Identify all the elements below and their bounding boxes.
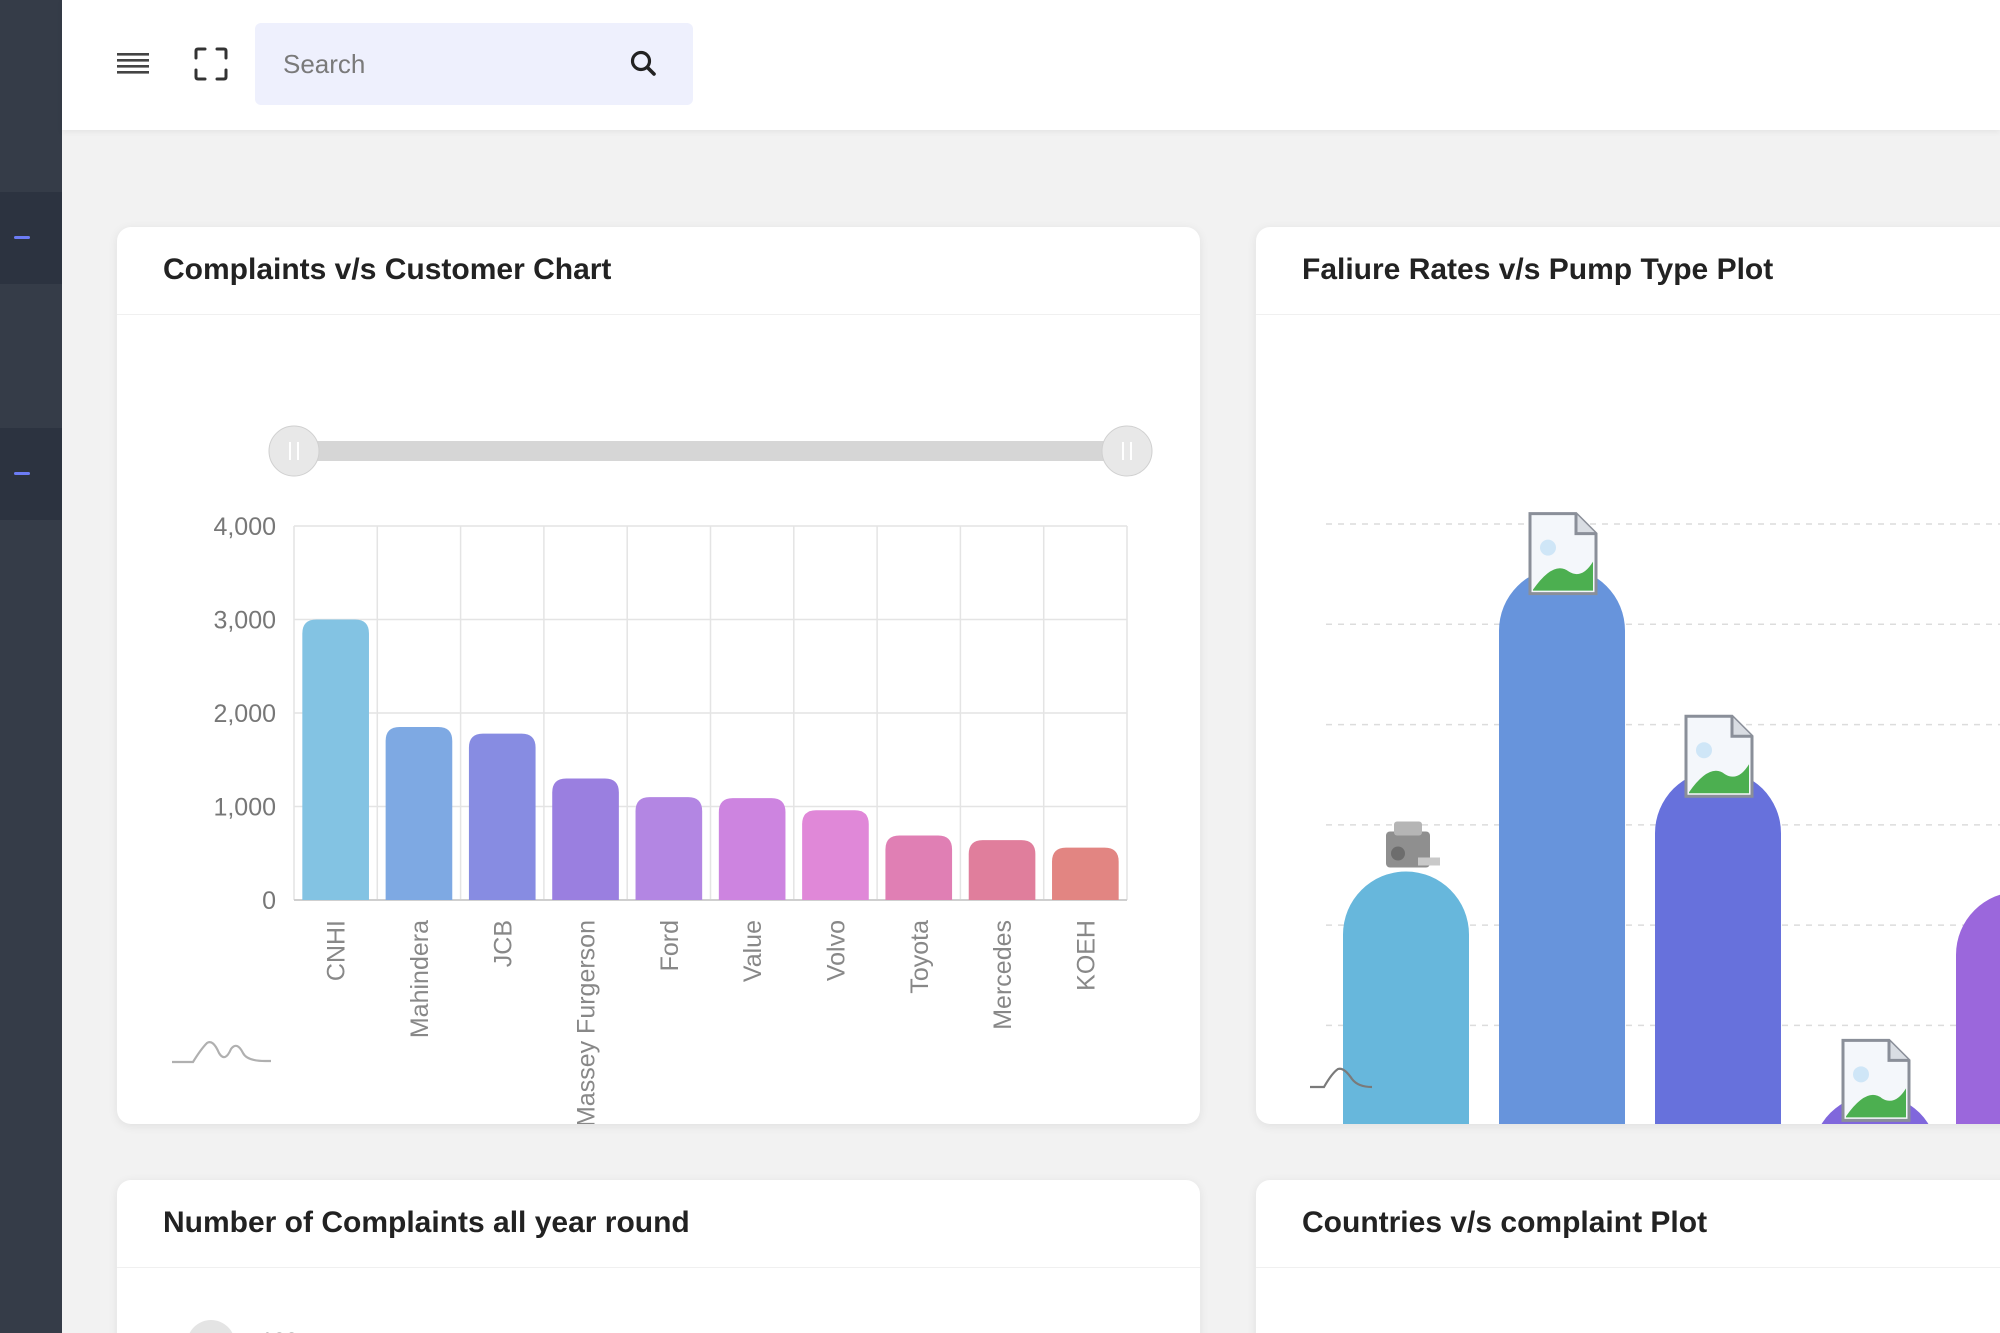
complaints-year-card: Number of Complaints all year round 100 <box>117 1180 1200 1333</box>
card-title: Countries v/s complaint Plot <box>1302 1206 1708 1239</box>
x-tick-label: Mercedes <box>989 920 1017 1030</box>
pump-gear <box>1391 846 1405 861</box>
pump-outlet <box>1418 857 1440 866</box>
broken-image-icon <box>1841 1038 1911 1122</box>
card-title: Number of Complaints all year round <box>163 1206 690 1239</box>
menu-icon[interactable] <box>116 50 150 78</box>
complaints-customer-chart: 0 1,000 2,000 3,000 4,000 CNHI Mahindera JCB Mas… <box>172 425 1153 1124</box>
bar-massey-furgerson[interactable] <box>552 778 619 900</box>
x-tick-label: Massey Furgerson <box>573 920 601 1124</box>
x-tick-label: CNHI <box>323 920 351 981</box>
search-input[interactable] <box>283 43 613 85</box>
complaints-customer-card: Complaints v/s Customer Chart 0 1,000 2,00… <box>117 227 1200 1124</box>
countries-card: Countries v/s complaint Plot <box>1256 1180 2000 1333</box>
pump-image-icon <box>1386 821 1440 868</box>
dash-icon <box>14 472 30 475</box>
failure-rates-card: Faliure Rates v/s Pump Type Plot TMLTPMV… <box>1256 227 2000 1124</box>
scrollbar-handle[interactable] <box>187 1320 235 1333</box>
broken-image-icon <box>1684 714 1754 798</box>
sky-cloud <box>1540 539 1556 556</box>
y-tick-label: 3,000 <box>213 607 276 635</box>
bar-mahindera[interactable] <box>385 727 453 900</box>
dash-icon <box>14 236 30 239</box>
x-tick-label: KOEH <box>1072 920 1100 991</box>
fullscreen-icon[interactable] <box>194 47 228 81</box>
x-tick-label: Value <box>739 920 767 982</box>
sky-cloud <box>1696 742 1712 759</box>
bar-jcb[interactable] <box>468 733 536 900</box>
x-tick-label: Mahindera <box>406 920 434 1038</box>
x-tick-label: Ford <box>656 920 684 971</box>
y-tick-label: 4,000 <box>213 513 276 541</box>
bar-tpm[interactable] <box>1499 567 1625 1124</box>
card-title: Complaints v/s Customer Chart <box>163 253 612 286</box>
scrollbar-start-grip[interactable] <box>268 425 320 477</box>
bar-volvo[interactable] <box>802 810 869 900</box>
bar-mercedes[interactable] <box>968 840 1036 900</box>
card-header: Countries v/s complaint Plot <box>1256 1180 2000 1268</box>
partial-tick-label: 100 <box>261 1328 298 1333</box>
x-tick-label: Toyota <box>906 920 934 994</box>
search-icon[interactable] <box>627 47 661 81</box>
bar-ve[interactable] <box>1655 770 1781 1124</box>
card-header: Number of Complaints all year round <box>117 1180 1200 1268</box>
top-header <box>62 0 2000 130</box>
range-scrollbar-track[interactable] <box>294 441 1127 461</box>
search-box <box>255 23 693 105</box>
partial-chart: 100 <box>187 1320 298 1333</box>
y-tick-label: 0 <box>262 887 276 915</box>
chart-logo-icon <box>172 1041 271 1064</box>
bar-toyota[interactable] <box>885 835 953 900</box>
bar-ford[interactable] <box>635 797 703 900</box>
bar-cnhi[interactable] <box>302 619 369 901</box>
bar-value[interactable] <box>718 798 786 900</box>
sidebar-item-2[interactable] <box>0 428 62 520</box>
sidebar-item-1[interactable] <box>0 192 62 284</box>
sky-cloud <box>1853 1066 1869 1083</box>
broken-image-icon <box>1528 512 1598 596</box>
card-title: Faliure Rates v/s Pump Type Plot <box>1302 253 1774 286</box>
scrollbar-end-grip[interactable] <box>1101 425 1153 477</box>
x-tick-label: JCB <box>489 920 517 967</box>
card-header: Complaints v/s Customer Chart <box>117 227 1200 315</box>
card-header: Faliure Rates v/s Pump Type Plot <box>1256 227 2000 315</box>
bar-partial[interactable] <box>1956 892 2000 1124</box>
bar-koeh[interactable] <box>1052 847 1119 900</box>
grip-handle[interactable] <box>268 425 320 477</box>
sidebar <box>0 0 62 1333</box>
grip-handle[interactable] <box>1101 425 1153 477</box>
x-tick-label: Volvo <box>822 920 850 981</box>
failure-rates-chart: TMLTPMVEBY <box>1310 512 2000 1124</box>
pump-top <box>1394 821 1422 836</box>
file-corner <box>1730 716 1752 738</box>
y-tick-label: 2,000 <box>213 700 276 728</box>
file-corner <box>1887 1040 1909 1062</box>
y-tick-label: 1,000 <box>213 794 276 822</box>
